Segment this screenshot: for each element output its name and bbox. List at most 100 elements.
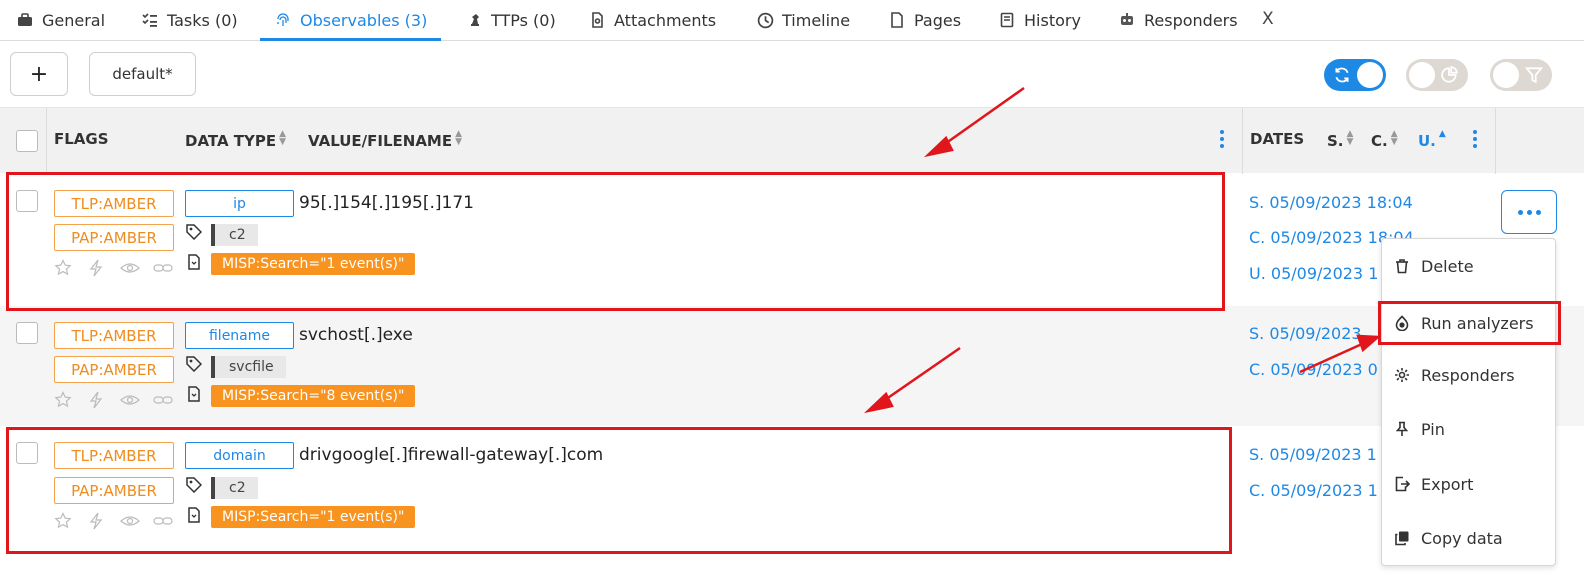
responders-icon (1118, 11, 1136, 29)
export-icon (1394, 476, 1410, 492)
tab-label: Attachments (614, 10, 717, 30)
toggle-knob (1409, 62, 1435, 88)
start-date: S. 05/09/2023 (1249, 324, 1362, 343)
tab-label: Pages (914, 10, 962, 30)
updated-date: U. 05/09/2023 1 (1249, 264, 1379, 283)
tab-label: Tasks (0) (167, 10, 238, 30)
value-header-label: VALUE/FILENAME (308, 132, 453, 150)
tab-general[interactable]: General (16, 0, 105, 40)
toolbar: + default* (0, 41, 1584, 107)
sort-updated-date[interactable]: U.▲▼ (1418, 130, 1446, 151)
row-actions-menu: Delete Run analyzers Responders Pin Expo… (1378, 238, 1561, 566)
sort-icon: ▲ ▼ (455, 129, 463, 147)
tab-label: Observables (3) (300, 10, 428, 30)
flag-icons (54, 391, 174, 411)
tab-responders[interactable]: Responders (1118, 0, 1238, 40)
column-separator (1242, 108, 1243, 174)
attachment-icon (588, 11, 606, 29)
column-separator (46, 108, 47, 174)
observable-value[interactable]: svchost[.]exe (299, 325, 413, 345)
sort-icon: ▲ ▼ (1390, 129, 1398, 147)
menu-item-delete[interactable]: Delete (1382, 244, 1557, 288)
row-checkbox[interactable] (16, 322, 38, 344)
tab-observables[interactable]: Observables (3) (259, 0, 442, 41)
tab-history[interactable]: History (998, 0, 1081, 40)
tasks-icon (141, 11, 159, 29)
menu-item-run-analyzers[interactable]: Run analyzers (1378, 301, 1561, 345)
menu-item-label: Responders (1421, 365, 1515, 385)
menu-item-label: Copy data (1421, 528, 1503, 548)
analyzer-icon (1394, 315, 1410, 331)
sort-start-date[interactable]: S. ▲ ▼ (1327, 129, 1354, 151)
auto-refresh-toggle[interactable] (1324, 59, 1386, 91)
tag-chip[interactable]: svcfile (211, 356, 286, 378)
stats-toggle[interactable] (1406, 59, 1468, 91)
tag-icon (186, 356, 202, 372)
sort-start-label: S. (1327, 132, 1344, 150)
toggle-knob (1357, 62, 1383, 88)
pin-icon (1394, 421, 1410, 437)
tab-timeline[interactable]: Timeline (756, 0, 850, 40)
sort-icon: ▲ ▼ (1346, 129, 1354, 147)
menu-item-copy-data[interactable]: Copy data (1382, 516, 1557, 560)
menu-item-label: Pin (1421, 419, 1445, 439)
report-icon (188, 386, 200, 402)
filter-icon (1525, 67, 1543, 84)
menu-item-label: Delete (1421, 256, 1474, 276)
start-date: S. 05/09/2023 1 (1249, 445, 1377, 464)
tab-attachments[interactable]: Attachments (588, 0, 716, 40)
tab-label: Timeline (782, 10, 851, 30)
copy-icon (1394, 530, 1410, 546)
column-options-icon[interactable] (1219, 128, 1225, 150)
menu-item-pin[interactable]: Pin (1382, 407, 1557, 451)
fingerprint-icon (274, 11, 292, 29)
table-header: FLAGS DATA TYPE ▲ ▼ VALUE/FILENAME ▲ ▼ DATES… (0, 107, 1584, 174)
pap-badge: PAP:AMBER (54, 356, 174, 383)
tab-pages[interactable]: Pages (888, 0, 961, 40)
page-icon (888, 11, 906, 29)
row-actions-button[interactable] (1501, 190, 1557, 234)
book-icon (998, 11, 1016, 29)
menu-item-export[interactable]: Export (1382, 462, 1557, 506)
link-icon[interactable] (153, 391, 173, 409)
close-tab-button[interactable]: X (1262, 9, 1274, 29)
tab-label: Responders (1144, 10, 1238, 30)
tab-label: History (1024, 10, 1081, 30)
select-all-checkbox[interactable] (16, 130, 38, 152)
filter-toggle[interactable] (1490, 59, 1552, 91)
tab-label: TTPs (0) (491, 10, 556, 30)
sort-created-date[interactable]: C. ▲ ▼ (1371, 129, 1398, 151)
tab-label: General (42, 10, 106, 30)
chess-icon (465, 11, 483, 29)
menu-item-label: Run analyzers (1421, 313, 1534, 333)
refresh-icon (1335, 67, 1349, 83)
table-row: TLP:AMBER PAP:AMBER filename svchost[.]e… (0, 306, 1584, 426)
preset-button[interactable]: default* (89, 52, 196, 96)
value-header[interactable]: VALUE/FILENAME ▲ ▼ (308, 129, 463, 151)
star-icon[interactable] (54, 391, 72, 409)
misp-report-badge[interactable]: MISP:Search="8 event(s)" (211, 385, 416, 407)
start-date: S. 05/09/2023 18:04 (1249, 193, 1413, 212)
tab-bar: General Tasks (0) Observables (3) TTPs (… (0, 0, 1584, 41)
ioc-icon[interactable] (88, 391, 104, 409)
trash-icon (1394, 258, 1410, 274)
tab-ttps[interactable]: TTPs (0) (465, 0, 556, 40)
toggle-knob (1493, 62, 1519, 88)
created-date: C. 05/09/2023 1 (1249, 481, 1378, 500)
add-observable-button[interactable]: + (10, 52, 68, 96)
gear-icon (1394, 367, 1410, 383)
dates-header: DATES (1250, 130, 1305, 148)
sighted-icon[interactable] (120, 391, 140, 409)
highlight-box (6, 427, 1232, 554)
menu-item-label: Export (1421, 474, 1474, 494)
date-options-icon[interactable] (1472, 128, 1478, 150)
menu-item-responders[interactable]: Responders (1382, 353, 1557, 397)
sort-updated-label: U. (1418, 132, 1436, 150)
data-type-header[interactable]: DATA TYPE ▲ ▼ (185, 129, 287, 151)
tab-tasks[interactable]: Tasks (0) (141, 0, 238, 40)
clock-icon (756, 11, 774, 29)
data-type-badge: filename (185, 322, 294, 349)
pie-chart-icon (1441, 66, 1458, 83)
tlp-badge: TLP:AMBER (54, 322, 174, 349)
sort-icon: ▲ ▼ (279, 129, 287, 147)
